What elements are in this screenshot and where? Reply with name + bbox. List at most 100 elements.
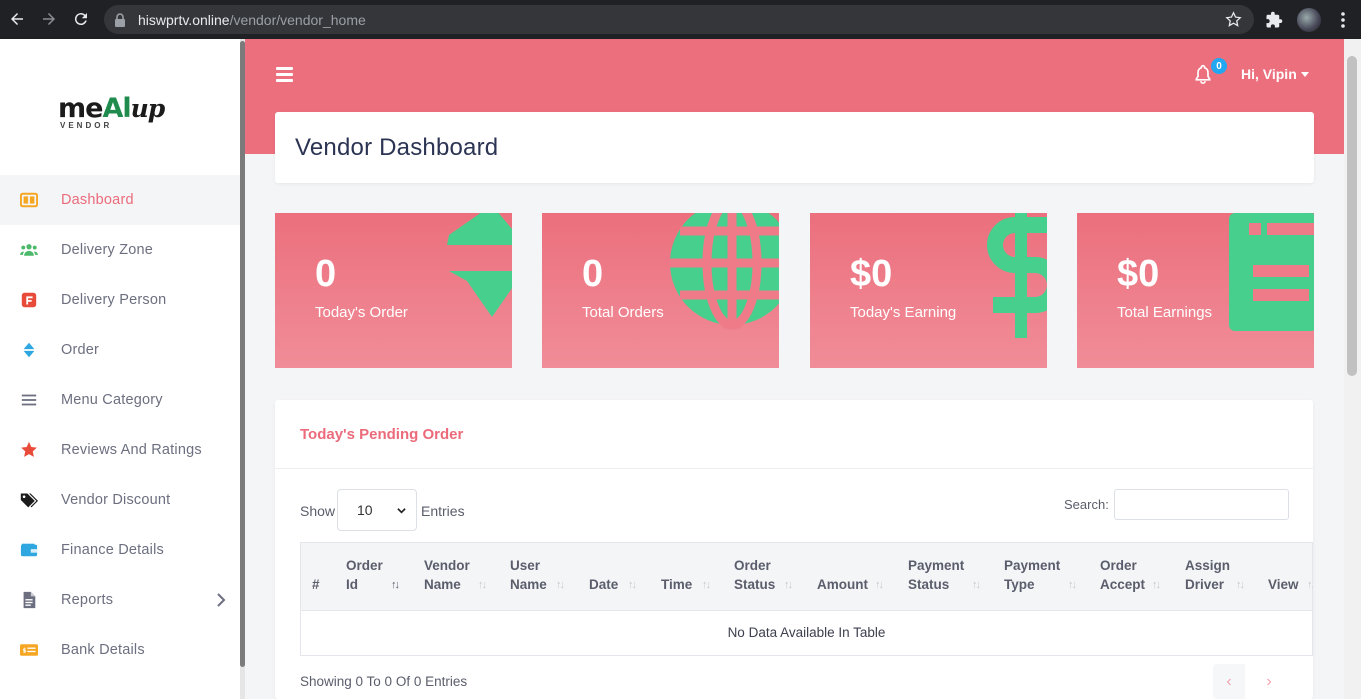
- next-page-button[interactable]: ›: [1253, 664, 1285, 699]
- bell-icon[interactable]: [1193, 64, 1213, 84]
- column-header-view[interactable]: View: [1268, 575, 1299, 594]
- sidebar-item-finance-details[interactable]: Finance Details: [0, 525, 240, 575]
- url-path: /vendor/vendor_home: [229, 11, 366, 28]
- column-header-order-accept[interactable]: Order Accept: [1100, 556, 1145, 594]
- card-title: Today's Pending Order: [300, 426, 464, 443]
- notification-badge: 0: [1211, 58, 1227, 74]
- sort-icon[interactable]: ↑↓: [478, 579, 487, 591]
- sidebar-item-label: Reports: [61, 592, 114, 608]
- column-header-user-name[interactable]: User Name: [510, 556, 547, 594]
- sidebar-item-reviews[interactable]: Reviews And Ratings: [0, 425, 240, 475]
- entries-select[interactable]: 10: [337, 489, 417, 531]
- address-bar[interactable]: hiswprtv.online/vendor/vendor_home: [104, 5, 1254, 34]
- stat-label: Today's Order: [315, 304, 408, 321]
- pending-orders-card: Today's Pending Order Show 10 Entries Se…: [275, 400, 1313, 699]
- logo[interactable]: meAlup VENDOR: [58, 95, 188, 139]
- sort-icon[interactable]: ↑↓: [702, 579, 711, 591]
- arrow-left-icon: [11, 13, 23, 25]
- sort-icon[interactable]: ↑↓: [628, 579, 637, 591]
- column-header-amount[interactable]: Amount: [817, 575, 868, 594]
- sidebar-item-reports[interactable]: Reports: [0, 575, 240, 625]
- forward-button[interactable]: [33, 3, 65, 35]
- pagination-info: Showing 0 To 0 Of 0 Entries: [300, 674, 468, 689]
- sort-asc-icon[interactable]: ↑↓: [391, 579, 400, 591]
- dashboard-icon: [19, 190, 39, 210]
- sidebar-item-delivery-zone[interactable]: Delivery Zone: [0, 225, 240, 275]
- sort-icon[interactable]: ↑↓: [1068, 579, 1077, 591]
- stat-card-todays-earning[interactable]: $0 Today's Earning: [810, 213, 1047, 368]
- logo-subtitle: VENDOR: [60, 121, 113, 130]
- menu-toggle-button[interactable]: [276, 67, 293, 82]
- sidebar-item-vendor-discount[interactable]: Vendor Discount: [0, 475, 240, 525]
- sidebar-item-order[interactable]: Order: [0, 325, 240, 375]
- column-header-time[interactable]: Time: [661, 575, 692, 594]
- lock-icon: [115, 12, 125, 27]
- page-title-card: Vendor Dashboard: [275, 112, 1314, 183]
- kebab-icon: [1341, 11, 1345, 28]
- reload-icon: [74, 13, 87, 26]
- svg-text:$: $: [22, 648, 26, 654]
- sidebar-item-menu-category[interactable]: Menu Category: [0, 375, 240, 425]
- sidebar-menu: Dashboard Delivery Zone Delivery Person …: [0, 175, 240, 675]
- globe-icon: [670, 213, 779, 330]
- sort-icon[interactable]: ↑↓: [784, 579, 793, 591]
- stat-label: Total Orders: [582, 304, 664, 321]
- previous-page-button[interactable]: ‹: [1213, 664, 1245, 699]
- sidebar-item-dashboard[interactable]: Dashboard: [0, 175, 240, 225]
- users-icon: [19, 240, 39, 260]
- stat-card-total-earnings[interactable]: $0 Total Earnings: [1077, 213, 1314, 368]
- sort-icon[interactable]: ↑↓: [1236, 579, 1245, 591]
- sidebar-item-label: Finance Details: [61, 542, 164, 558]
- hamburger-bar: [276, 73, 293, 76]
- stat-card-todays-order[interactable]: 0 Today's Order: [275, 213, 512, 368]
- chevron-right-icon: [217, 593, 226, 607]
- dollar-icon: [987, 213, 1047, 338]
- column-header-vendor-name[interactable]: Vendor Name: [424, 556, 470, 594]
- chevron-right-icon: ›: [1266, 672, 1272, 690]
- column-header-index[interactable]: #: [312, 575, 320, 594]
- sidebar-item-delivery-person[interactable]: Delivery Person: [0, 275, 240, 325]
- reload-button[interactable]: [65, 3, 97, 35]
- stat-card-total-orders[interactable]: 0 Total Orders: [542, 213, 779, 368]
- bookmark-star-icon[interactable]: [1225, 11, 1242, 28]
- back-button[interactable]: [1, 3, 33, 35]
- star-icon: [19, 440, 39, 460]
- sort-icon[interactable]: ↑↓: [875, 579, 884, 591]
- sort-icon[interactable]: ↑↓: [556, 579, 565, 591]
- stat-value: 0: [315, 253, 337, 295]
- sort-icon[interactable]: ↑↓: [1152, 579, 1161, 591]
- user-menu[interactable]: Hi, Vipin: [1241, 66, 1309, 82]
- table-header-row: # Order Id ↑↓ Vendor Name ↑↓ User Name ↑↓ D…: [300, 542, 1313, 611]
- profile-avatar[interactable]: [1297, 7, 1321, 32]
- browser-menu-button[interactable]: [1333, 10, 1353, 30]
- hamburger-bar: [276, 79, 293, 82]
- column-header-assign-driver[interactable]: Assign Driver: [1185, 556, 1230, 594]
- entries-value: 10: [357, 502, 373, 518]
- sidebar: meAlup VENDOR Dashboard Delivery Zone De…: [0, 39, 240, 699]
- sort-icon[interactable]: ↑↓: [972, 579, 981, 591]
- sort-icon[interactable]: ↑↓: [1307, 579, 1313, 591]
- sidebar-item-label: Dashboard: [61, 192, 134, 208]
- caret-down-icon: [1300, 72, 1309, 77]
- receipt-icon: [1229, 213, 1314, 331]
- column-header-date[interactable]: Date: [589, 575, 618, 594]
- wallet-icon: [19, 540, 39, 560]
- search-label: Search:: [1064, 497, 1109, 512]
- search-input[interactable]: [1114, 489, 1289, 520]
- tags-icon: [19, 490, 39, 510]
- hamburger-bar: [276, 67, 293, 70]
- browser-actions: [1265, 0, 1361, 39]
- sidebar-item-label: Vendor Discount: [61, 492, 171, 508]
- sidebar-item-label: Menu Category: [61, 392, 163, 408]
- page-title: Vendor Dashboard: [295, 134, 499, 161]
- column-header-order-id[interactable]: Order Id: [346, 556, 383, 594]
- column-header-payment-status[interactable]: Payment Status: [908, 556, 964, 594]
- page-scrollbar[interactable]: [1347, 56, 1357, 376]
- user-greeting: Hi, Vipin: [1241, 66, 1297, 82]
- sidebar-item-label: Delivery Zone: [61, 242, 154, 258]
- sidebar-item-bank-details[interactable]: $ Bank Details: [0, 625, 240, 675]
- column-header-payment-type[interactable]: Payment Type: [1004, 556, 1060, 594]
- stat-label: Total Earnings: [1117, 304, 1213, 321]
- column-header-order-status[interactable]: Order Status: [734, 556, 775, 594]
- extensions-icon[interactable]: [1265, 11, 1283, 29]
